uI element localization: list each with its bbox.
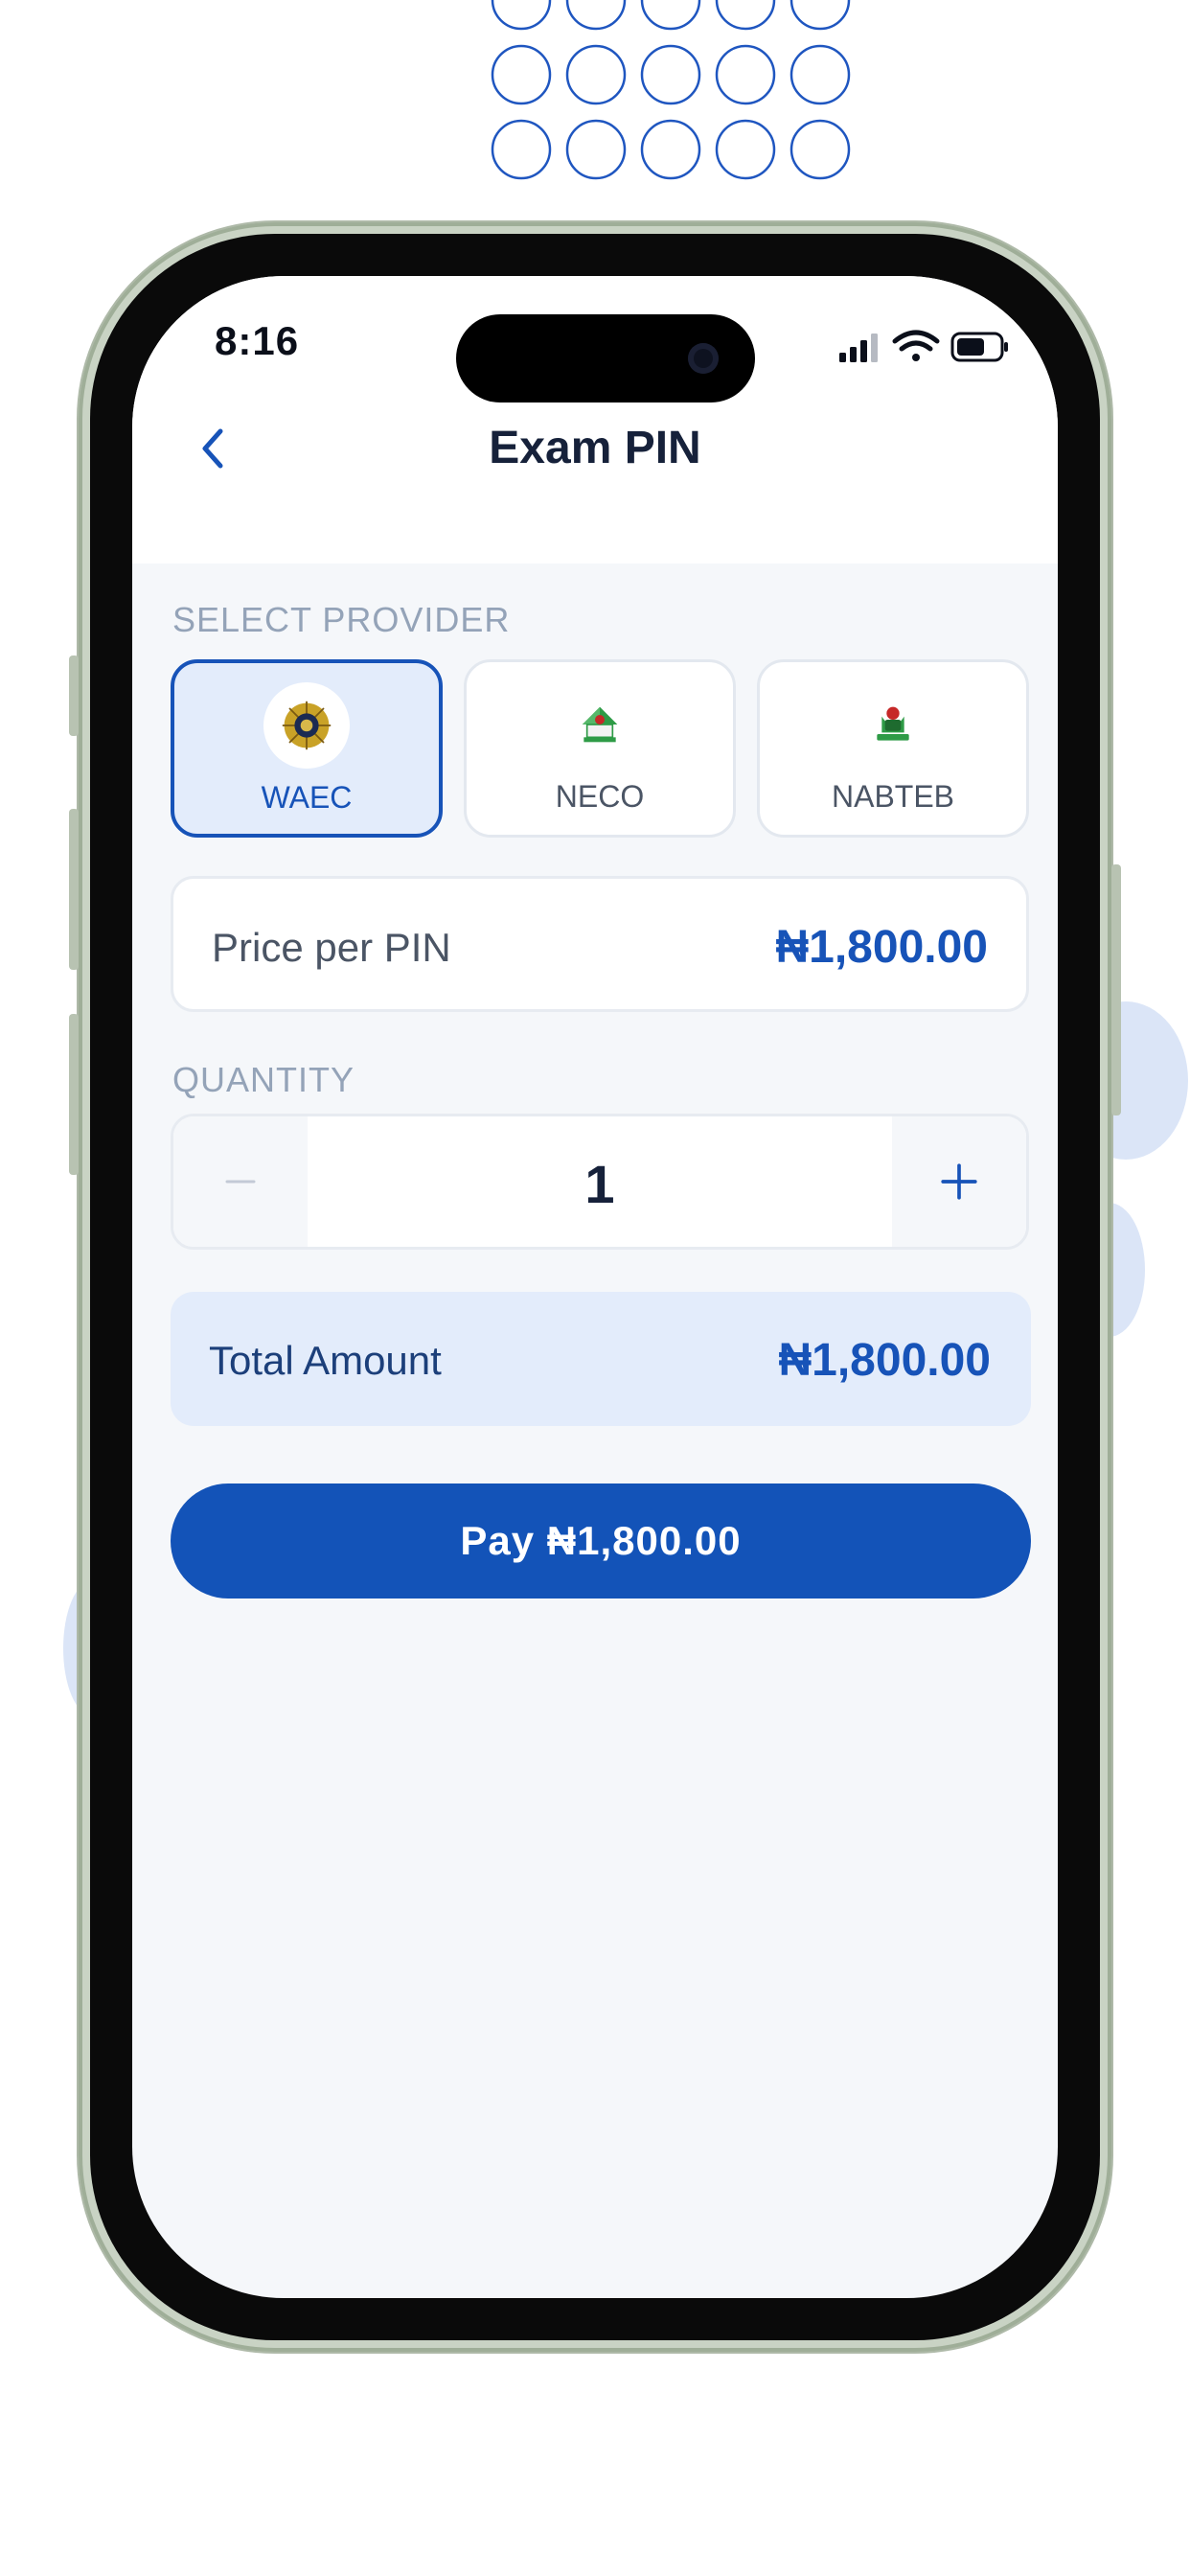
- dynamic-island: [456, 314, 755, 402]
- volume-up-button: [69, 809, 79, 970]
- price-value: ₦1,800.00: [775, 922, 988, 973]
- provider-label: NECO: [555, 779, 645, 814]
- quantity-value: 1: [584, 1154, 615, 1214]
- cellular-signal-icon: [839, 334, 878, 362]
- waec-logo-icon: [263, 682, 350, 769]
- price-label: Price per PIN: [212, 925, 451, 970]
- provider-label: NABTEB: [831, 779, 955, 814]
- pay-button[interactable]: Pay ₦1,800.00: [171, 1484, 1031, 1598]
- status-icons: [839, 330, 1008, 362]
- volume-down-button: [69, 1014, 79, 1175]
- decrement-button[interactable]: [173, 1116, 308, 1247]
- phone-bezel: 8:16 Exam PIN SELECT PROVIDER WAEC NECO …: [90, 234, 1100, 2340]
- total-amount-card: Total Amount ₦1,800.00: [171, 1292, 1031, 1426]
- status-time: 8:16: [215, 318, 300, 363]
- decorative-dot-grid: [491, 0, 851, 180]
- quantity-stepper: 1: [171, 1114, 1029, 1250]
- provider-nabteb[interactable]: NABTEB: [757, 659, 1029, 838]
- increment-button[interactable]: [892, 1116, 1026, 1247]
- nabteb-logo-icon: [850, 681, 936, 768]
- phone-frame: 8:16 Exam PIN SELECT PROVIDER WAEC NECO …: [69, 222, 1121, 2352]
- wifi-icon: [892, 330, 940, 361]
- provider-selector: WAEC NECO NABTEB: [171, 659, 1029, 838]
- quantity-label: QUANTITY: [172, 1060, 355, 1099]
- select-provider-label: SELECT PROVIDER: [172, 600, 511, 639]
- provider-neco[interactable]: NECO: [464, 659, 736, 838]
- total-value: ₦1,800.00: [778, 1335, 991, 1386]
- plus-icon: [941, 1163, 977, 1200]
- app-screen: 8:16 Exam PIN SELECT PROVIDER WAEC NECO …: [132, 276, 1058, 2298]
- page-title: Exam PIN: [489, 423, 701, 473]
- battery-icon: [950, 332, 1008, 362]
- total-label: Total Amount: [209, 1338, 442, 1383]
- camera-icon: [688, 343, 719, 374]
- provider-label: WAEC: [261, 780, 353, 815]
- price-per-pin-card: Price per PIN ₦1,800.00: [171, 876, 1029, 1012]
- action-button: [69, 656, 79, 736]
- minus-icon: [225, 1180, 256, 1184]
- provider-waec[interactable]: WAEC: [171, 659, 443, 838]
- power-button: [1111, 864, 1121, 1116]
- neco-logo-icon: [557, 681, 643, 768]
